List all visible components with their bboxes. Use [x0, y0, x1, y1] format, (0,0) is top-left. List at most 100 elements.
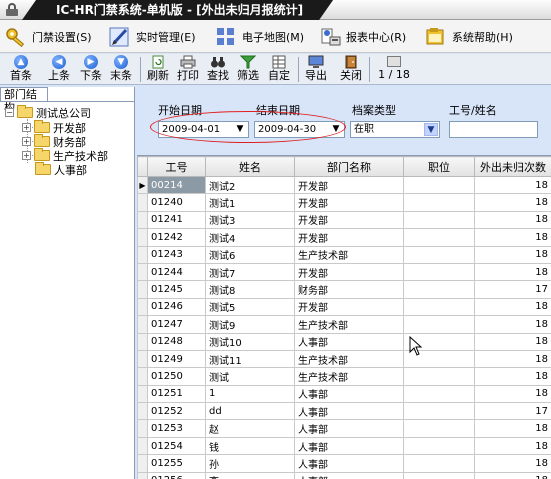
table-row[interactable]: 01251 1 人事部 18 — [137, 384, 551, 404]
chevron-down-icon[interactable]: ▼ — [424, 123, 438, 136]
table-row[interactable]: 01248 测试10 人事部 18 — [137, 332, 551, 351]
menu-map[interactable]: 电子地图(M) — [214, 24, 304, 50]
record-type-value: 在职 — [354, 124, 374, 135]
filter-button[interactable]: 筛选 — [233, 55, 263, 84]
table-header: 工号 姓名 部门名称 职位 外出未归次数 — [137, 156, 551, 177]
cell-absence-count: 18 — [474, 436, 551, 456]
table-row[interactable]: 01249 测试11 生产技术部 18 — [137, 349, 551, 369]
record-type-select[interactable]: 在职 ▼ — [350, 121, 440, 138]
grid-settings-icon — [271, 55, 287, 69]
row-indicator — [137, 297, 148, 317]
menu-realtime[interactable]: 实时管理(E) — [108, 24, 196, 50]
cell-department: 开发部 — [294, 262, 404, 282]
first-record-button[interactable]: ▲ 首条 — [6, 55, 36, 84]
cell-id: 00214 — [147, 175, 206, 195]
cell-position — [403, 367, 475, 386]
menu-access-settings[interactable]: 门禁设置(S) — [4, 24, 92, 50]
expand-icon[interactable]: + — [22, 123, 31, 132]
table-row[interactable]: 01247 测试9 生产技术部 18 — [137, 315, 551, 334]
refresh-button[interactable]: 刷新 — [143, 55, 173, 84]
row-indicator — [137, 315, 148, 334]
close-button[interactable]: 关闭 — [336, 55, 366, 84]
button-label: 上条 — [48, 69, 70, 82]
record-type-label: 档案类型 — [352, 104, 396, 117]
table-row[interactable]: ▶ 00214 测试2 开发部 18 — [137, 175, 551, 195]
menu-reports[interactable]: 报表中心(R) — [318, 24, 406, 50]
arrow-down-icon: ▼ — [114, 55, 128, 69]
column-header-department[interactable]: 部门名称 — [294, 156, 404, 177]
cell-name: 测试5 — [205, 297, 295, 317]
folder-icon — [34, 148, 50, 161]
table-row[interactable]: 01252 dd 人事部 17 — [137, 402, 551, 421]
tree-node-hr[interactable]: 人事部 — [35, 162, 87, 177]
cell-position — [403, 228, 475, 247]
cell-department: 生产技术部 — [294, 245, 404, 264]
column-header-indicator — [137, 156, 148, 177]
custom-button[interactable]: 自定 — [264, 55, 294, 84]
expand-icon[interactable]: + — [22, 151, 31, 160]
last-record-button[interactable]: ▼ 末条 — [106, 55, 136, 84]
cell-department: 人事部 — [294, 454, 404, 473]
table-row[interactable]: 01255 孙人事部 18 — [137, 454, 551, 473]
table-row[interactable]: 01253 赵人事部 18 — [137, 419, 551, 438]
button-label: 查找 — [207, 69, 229, 82]
cell-absence-count: 18 — [474, 454, 551, 473]
pen-icon — [108, 25, 132, 49]
row-indicator — [137, 436, 148, 456]
collapse-icon[interactable]: − — [5, 108, 14, 117]
menu-bar: 门禁设置(S) 实时管理(E) 电子地图(M) 报表中心(R) 系统帮助(H) — [0, 20, 551, 53]
table-row[interactable]: 01242 测试4 开发部 18 — [137, 228, 551, 247]
table-row[interactable]: 01244 测试7 开发部 18 — [137, 262, 551, 282]
table-row[interactable]: 01254 钱人事部 18 — [137, 436, 551, 456]
column-header-id[interactable]: 工号 — [147, 156, 206, 177]
table-row[interactable]: 01245 测试8 财务部 17 — [137, 280, 551, 299]
arrow-up-icon: ▲ — [14, 55, 28, 69]
cell-department: 人事部 — [294, 419, 404, 438]
row-indicator — [137, 384, 148, 404]
menu-label: 报表中心(R) — [346, 31, 407, 44]
end-date-picker[interactable]: 2009-04-30 ▼ — [254, 121, 345, 138]
chevron-down-icon[interactable]: ▼ — [233, 123, 247, 136]
id-name-input[interactable] — [449, 121, 538, 138]
start-date-label: 开始日期 — [158, 104, 202, 117]
cell-id: 01242 — [147, 228, 206, 247]
expand-icon[interactable]: + — [22, 137, 31, 146]
cell-id: 01240 — [147, 193, 206, 212]
next-record-button[interactable]: ▶ 下条 — [76, 55, 106, 84]
cell-name: 李 — [205, 471, 295, 479]
cell-name: dd — [205, 402, 295, 421]
start-date-picker[interactable]: 2009-04-01 ▼ — [158, 121, 249, 138]
cell-id: 01245 — [147, 280, 206, 299]
row-indicator — [137, 349, 148, 369]
previous-record-button[interactable]: ◀ 上条 — [44, 55, 74, 84]
folder-icon — [35, 162, 51, 175]
cell-id: 01241 — [147, 210, 206, 230]
menu-help[interactable]: 系统帮助(H) — [424, 24, 513, 50]
cell-id: 01252 — [147, 402, 206, 421]
chevron-down-icon[interactable]: ▼ — [329, 123, 343, 136]
print-button[interactable]: 打印 — [173, 55, 203, 84]
column-header-position[interactable]: 职位 — [403, 156, 475, 177]
column-header-absence-count[interactable]: 外出未归次数 — [474, 156, 551, 177]
cell-absence-count: 17 — [474, 280, 551, 299]
table-row[interactable]: 01241 测试3 开发部 18 — [137, 210, 551, 230]
department-tab[interactable]: 部门结构 — [0, 87, 48, 114]
table-row[interactable]: 01240 测试1 开发部 18 — [137, 193, 551, 212]
export-button[interactable]: 导出 — [301, 55, 331, 84]
tree-node-root[interactable]: − 测试总公司 — [5, 105, 91, 120]
table-row[interactable]: 01256李人事部 18 — [137, 471, 551, 479]
cell-department: 人事部 — [294, 402, 404, 421]
cell-position — [403, 471, 475, 479]
tree-node-label: 测试总公司 — [36, 106, 91, 120]
cell-position — [403, 175, 475, 195]
cell-id: 01254 — [147, 436, 206, 456]
row-indicator — [137, 454, 148, 473]
table-row[interactable]: 01250 测试 生产技术部 18 — [137, 367, 551, 386]
button-label: 刷新 — [147, 69, 169, 82]
find-button[interactable]: 查找 — [203, 55, 233, 84]
table-row[interactable]: 01246 测试5 开发部 18 — [137, 297, 551, 317]
button-label: 末条 — [110, 69, 132, 82]
table-row[interactable]: 01243 测试6 生产技术部 18 — [137, 245, 551, 264]
cell-absence-count: 17 — [474, 402, 551, 421]
column-header-name[interactable]: 姓名 — [205, 156, 295, 177]
